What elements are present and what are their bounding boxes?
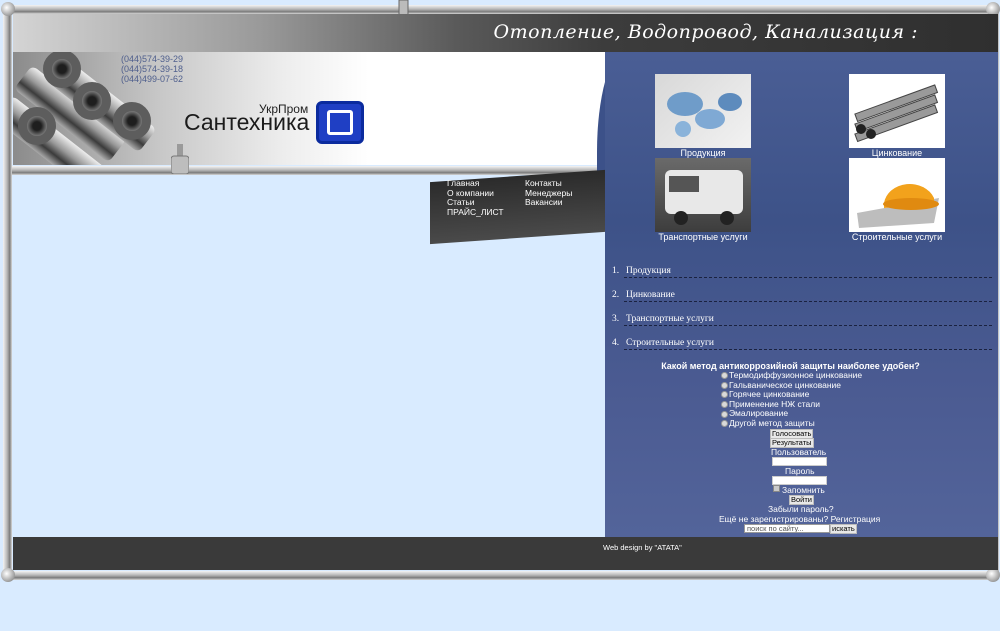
- list-item[interactable]: 1. Продукция: [612, 265, 992, 289]
- register-link[interactable]: Ещё не зарегистрированы? Регистрация: [719, 514, 880, 524]
- nav-column-2: Контакты Менеджеры Вакансии: [525, 178, 572, 208]
- service-list: 1. Продукция 2. Цинкование 3. Транспортн…: [612, 265, 992, 361]
- phone-number: (044)574-39-29: [121, 54, 184, 64]
- logo-icon[interactable]: [316, 101, 364, 144]
- pipe-elbow-bottom-right: [986, 568, 1000, 582]
- nav-pricelist[interactable]: ПРАЙС_ЛИСТ: [447, 207, 504, 218]
- hard-hat-icon: [849, 158, 945, 232]
- tile-zinc[interactable]: [849, 74, 945, 148]
- list-item[interactable]: 4. Строительные услуги: [612, 337, 992, 361]
- radio-icon[interactable]: [721, 381, 728, 389]
- header-bar: Отопление, Водопровод, Канализация :: [13, 14, 998, 52]
- tile-products[interactable]: [655, 74, 751, 148]
- radio-icon[interactable]: [721, 391, 728, 399]
- list-item[interactable]: 2. Цинкование: [612, 289, 992, 313]
- banner: (044)574-39-29 (044)574-39-18 (044)499-0…: [13, 52, 623, 175]
- forgot-password-link[interactable]: Забыли пароль?: [768, 504, 834, 514]
- tile-construction-label[interactable]: Строительные услуги: [827, 232, 967, 242]
- valve-icon: [170, 144, 190, 175]
- tile-transport-label[interactable]: Транспортные услуги: [633, 232, 773, 242]
- bottom-pipe: [4, 571, 996, 580]
- pipe-elbow-bottom-left: [1, 568, 15, 582]
- list-item[interactable]: 3. Транспортные услуги: [612, 313, 992, 337]
- radio-icon[interactable]: [721, 420, 728, 428]
- radio-icon[interactable]: [721, 410, 728, 418]
- password-label: Пароль: [785, 466, 815, 476]
- brand-name: Сантехника: [184, 109, 310, 135]
- middle-pipe: [4, 166, 604, 175]
- phone-number: (044)499-07-62: [121, 74, 184, 84]
- poll-option[interactable]: Другой метод защиты: [721, 418, 862, 429]
- radio-icon[interactable]: [721, 372, 728, 380]
- password-field[interactable]: [772, 476, 827, 485]
- nav-vacancies[interactable]: Вакансии: [525, 198, 572, 208]
- footer: Web design by "ATATA": [13, 537, 998, 570]
- tile-zinc-label[interactable]: Цинкование: [827, 148, 967, 158]
- top-pipe: [4, 5, 996, 14]
- remember-checkbox[interactable]: [773, 485, 780, 492]
- pipe-fittings-icon: [655, 74, 751, 148]
- poll-options: Термодиффузионное цинкование Гальваничес…: [721, 370, 862, 429]
- remember-label: Запомнить: [782, 485, 825, 495]
- search-button[interactable]: искать: [830, 524, 857, 534]
- radio-icon[interactable]: [721, 401, 728, 409]
- site-slogan: Отопление, Водопровод, Канализация :: [493, 21, 918, 43]
- phone-list: (044)574-39-29 (044)574-39-18 (044)499-0…: [121, 54, 183, 84]
- nav-column-1: Главная О компании Статьи ПРАЙС_ЛИСТ: [447, 178, 504, 218]
- phone-number: (044)574-39-18: [121, 64, 184, 74]
- tile-products-label[interactable]: Продукция: [633, 148, 773, 158]
- tile-transport[interactable]: [655, 158, 751, 232]
- username-label: Пользователь: [771, 447, 827, 457]
- van-icon: [655, 158, 751, 232]
- footer-credit[interactable]: Web design by "ATATA": [603, 543, 682, 552]
- left-pipe: [3, 8, 12, 578]
- steel-pipes-icon: [849, 74, 945, 148]
- search-input[interactable]: [744, 524, 830, 533]
- tile-construction[interactable]: [849, 158, 945, 232]
- username-field[interactable]: [772, 457, 827, 466]
